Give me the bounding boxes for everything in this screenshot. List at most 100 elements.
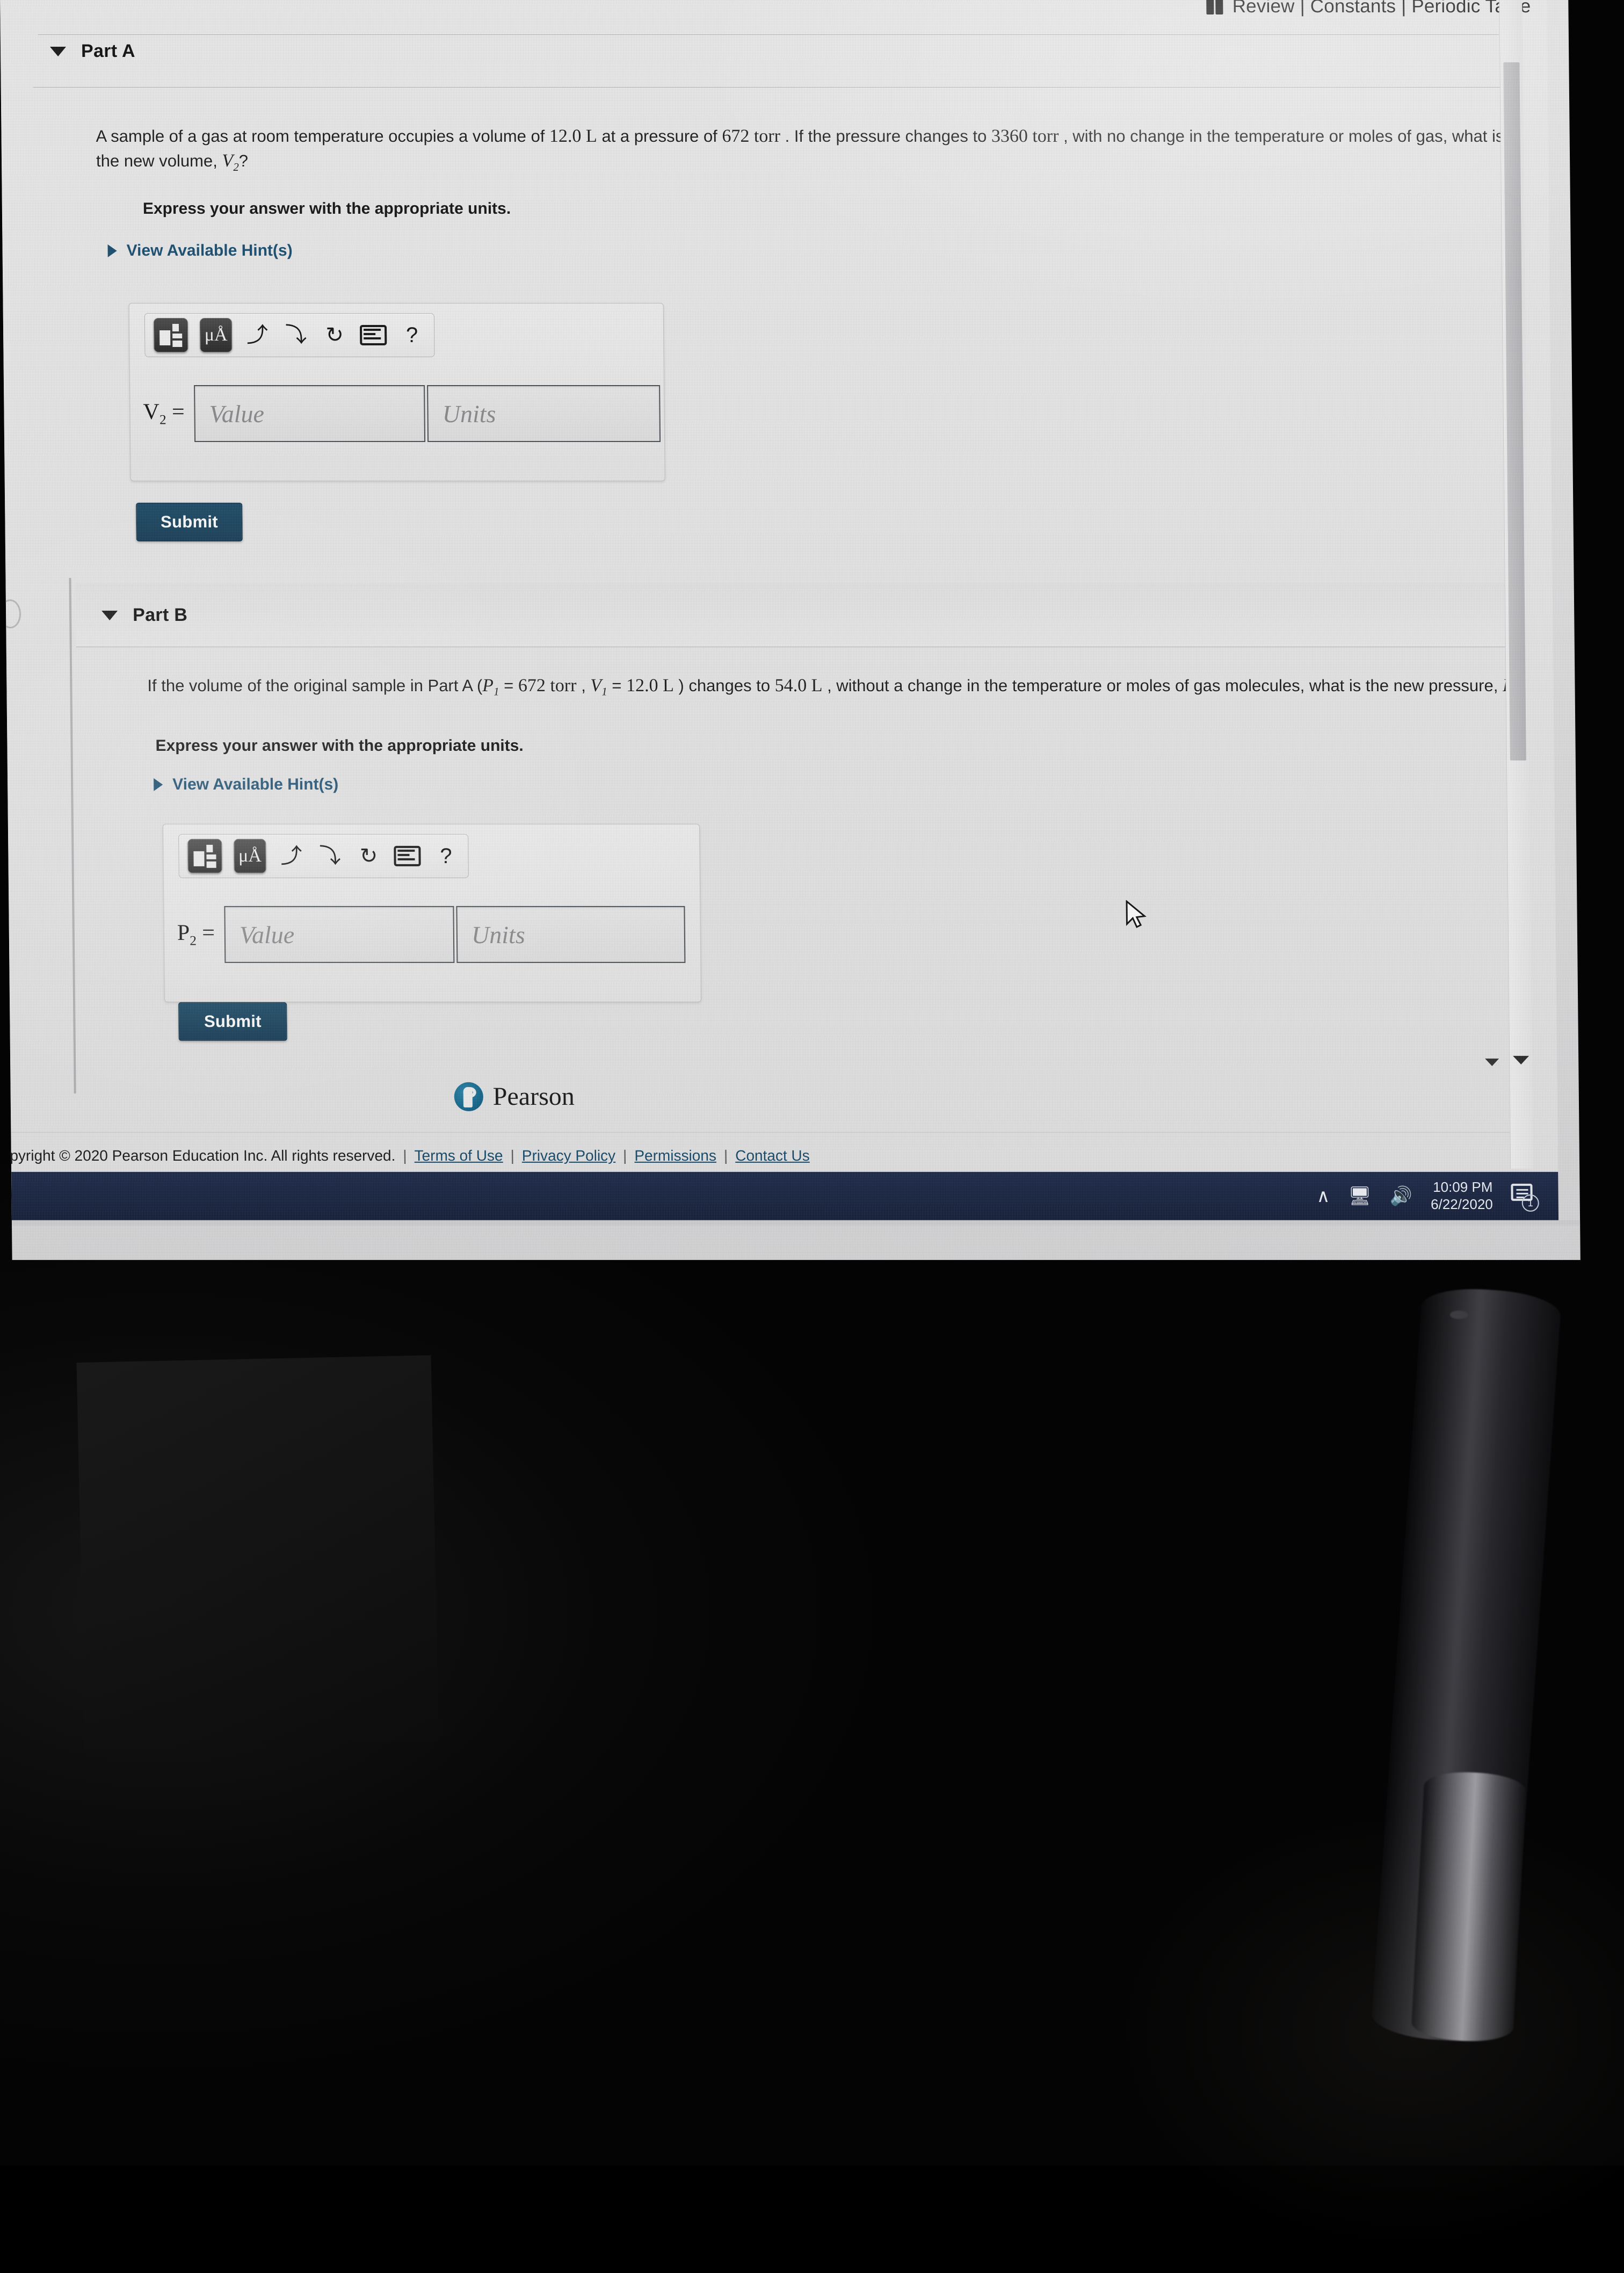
terms-of-use-link[interactable]: Terms of Use xyxy=(414,1147,503,1164)
part-a-title: Part A xyxy=(81,40,135,61)
reset-circle-arrow-icon[interactable]: ↻ xyxy=(355,841,382,871)
footer-sep-4: | xyxy=(723,1147,728,1164)
taskbar-time: 10:09 PM xyxy=(1433,1179,1493,1196)
pa-p2-value: 3360 xyxy=(991,126,1028,146)
part-b-band xyxy=(75,583,1521,647)
redo-arrow-icon[interactable]: ⤵ xyxy=(316,841,344,871)
pa-q-seg6: ? xyxy=(238,151,249,170)
pb-p1-symbol: P1 xyxy=(482,675,499,698)
pa-q-seg2: at a pressure of xyxy=(597,126,722,146)
part-a-answer-box: μÅ ⤴ ⤵ ↻ ? V2 = Value Units xyxy=(128,302,665,481)
resource-links-label[interactable]: Review | Constants | Periodic Table xyxy=(1233,0,1531,17)
windows-taskbar: ∧ 🖥 🔊 10:09 PM 6/22/2020 1 xyxy=(11,1171,1559,1220)
part-b-title: Part B xyxy=(132,604,188,625)
resource-links[interactable]: Review | Constants | Periodic Table xyxy=(1206,0,1531,17)
part-b-hint-label[interactable]: View Available Hint(s) xyxy=(172,776,338,794)
help-icon[interactable]: ? xyxy=(398,320,426,350)
pa-q-seg4: , with no change in the xyxy=(1058,126,1230,146)
math-template-icon[interactable] xyxy=(187,838,222,873)
math-template-icon[interactable] xyxy=(153,317,189,352)
part-b-header[interactable]: Part B xyxy=(102,605,187,626)
part-b-submit-button[interactable]: Submit xyxy=(178,1002,287,1041)
permissions-link[interactable]: Permissions xyxy=(634,1147,716,1164)
show-hidden-icons-chevron-icon[interactable]: ∧ xyxy=(1316,1186,1330,1206)
part-a-units-input[interactable]: Units xyxy=(427,385,661,442)
part-b-view-hints[interactable]: View Available Hint(s) xyxy=(154,776,338,794)
keyboard-icon[interactable] xyxy=(394,841,421,871)
units-button[interactable]: μÅ xyxy=(199,317,233,352)
redo-arrow-icon[interactable]: ⤵ xyxy=(282,320,310,350)
part-a-answer-label: V2 = xyxy=(143,400,185,428)
taskbar-clock[interactable]: 10:09 PM 6/22/2020 xyxy=(1431,1179,1493,1213)
copyright-text: opyright © 2020 Pearson Education Inc. A… xyxy=(1,1147,396,1164)
book-icon xyxy=(1206,0,1224,15)
part-b-answer-label: P2 = xyxy=(177,921,215,949)
footer-sep-2: | xyxy=(510,1147,514,1164)
notification-center-icon[interactable]: 1 xyxy=(1511,1183,1539,1212)
mouse-cursor xyxy=(1126,900,1147,928)
system-tray: ∧ 🖥 🔊 10:09 PM 6/22/2020 1 xyxy=(1316,1172,1539,1220)
part-b-value-input[interactable]: Value xyxy=(224,906,455,963)
part-b-express-instruction: Express your answer with the appropriate… xyxy=(155,736,524,755)
pa-q-seg3: . If the pressure changes to xyxy=(780,126,992,146)
laptop-screen: Review | Constants | Periodic Table Part… xyxy=(0,0,1581,1260)
desk-paper-sheet xyxy=(76,1355,439,1749)
divider-footer xyxy=(11,1132,1526,1133)
divider-top xyxy=(38,34,1499,35)
taskbar-date: 6/22/2020 xyxy=(1430,1196,1493,1212)
pb-eq1: = xyxy=(499,676,519,695)
pa-volume-unit: L xyxy=(585,126,597,146)
room-glow xyxy=(1087,1790,1624,2273)
undo-arrow-icon[interactable]: ⤴ xyxy=(244,320,271,350)
pearson-p-logo xyxy=(454,1082,484,1111)
part-a-question: A sample of a gas at room temperature oc… xyxy=(96,124,1514,175)
caret-down-icon[interactable] xyxy=(102,610,118,620)
part-b-math-toolbar: μÅ ⤴ ⤵ ↻ ? xyxy=(178,834,469,878)
monitor-bezel-highlight xyxy=(11,1220,1581,1226)
pb-v2-unit: L xyxy=(811,675,823,696)
part-a-express-instruction: Express your answer with the appropriate… xyxy=(142,199,511,218)
volume-speaker-icon[interactable]: 🔊 xyxy=(1389,1186,1412,1206)
part-a-header[interactable]: Part A xyxy=(49,40,135,62)
part-a-hint-label[interactable]: View Available Hint(s) xyxy=(126,242,292,260)
pa-q-seg1: A sample of a gas at room temperature oc… xyxy=(96,126,550,146)
pa-v2-symbol: V2 xyxy=(222,150,239,173)
footer-sep-1: | xyxy=(403,1147,407,1164)
pb-eq2: = xyxy=(607,676,627,695)
pb-p1-value: 672 xyxy=(518,675,546,696)
units-button[interactable]: μÅ xyxy=(234,838,266,873)
caret-right-icon[interactable] xyxy=(154,778,163,791)
scrollbar-down-arrow-icon[interactable] xyxy=(1513,1055,1529,1065)
pb-q-seg1: If the volume of the original sample in … xyxy=(147,676,483,695)
footer-sep-3: | xyxy=(622,1147,627,1164)
pb-v2-value: 54.0 xyxy=(774,675,807,696)
pb-q-seg2: ) changes to xyxy=(673,676,775,695)
contact-us-link[interactable]: Contact Us xyxy=(735,1147,810,1164)
footer-copyright-bar: opyright © 2020 Pearson Education Inc. A… xyxy=(2,1147,810,1164)
reset-circle-arrow-icon[interactable]: ↻ xyxy=(321,320,349,350)
help-icon[interactable]: ? xyxy=(432,841,460,871)
part-a-value-input[interactable]: Value xyxy=(194,385,426,442)
pb-q-seg4: the new pressure, xyxy=(1365,676,1503,695)
pearson-logo: Pearson xyxy=(454,1082,575,1111)
keyboard-icon[interactable] xyxy=(359,320,387,350)
pa-p1-unit: torr xyxy=(753,126,781,146)
privacy-policy-link[interactable]: Privacy Policy xyxy=(522,1147,616,1164)
inner-scrollbar-down-arrow-icon[interactable] xyxy=(1485,1058,1499,1066)
notification-badge: 1 xyxy=(1521,1194,1539,1212)
part-b-units-input[interactable]: Units xyxy=(456,906,686,963)
pearson-wordmark: Pearson xyxy=(492,1082,575,1111)
pb-v1-unit: L xyxy=(662,675,674,696)
pa-volume-value: 12.0 xyxy=(549,126,582,146)
caret-right-icon[interactable] xyxy=(107,244,117,257)
part-a-math-toolbar: μÅ ⤴ ⤵ ↻ ? xyxy=(144,313,435,357)
divider-under-part-a xyxy=(33,86,1510,88)
network-monitor-icon[interactable]: 🖥 xyxy=(1348,1186,1372,1206)
pb-sep1: , xyxy=(576,676,591,695)
caret-down-icon[interactable] xyxy=(49,46,67,56)
part-a-view-hints[interactable]: View Available Hint(s) xyxy=(107,242,293,260)
part-a-submit-button[interactable]: Submit xyxy=(136,502,243,541)
undo-arrow-icon[interactable]: ⤴ xyxy=(278,841,305,871)
browser-page: Review | Constants | Periodic Table Part… xyxy=(0,0,1558,1201)
pb-v1-value: 12.0 xyxy=(626,675,658,696)
